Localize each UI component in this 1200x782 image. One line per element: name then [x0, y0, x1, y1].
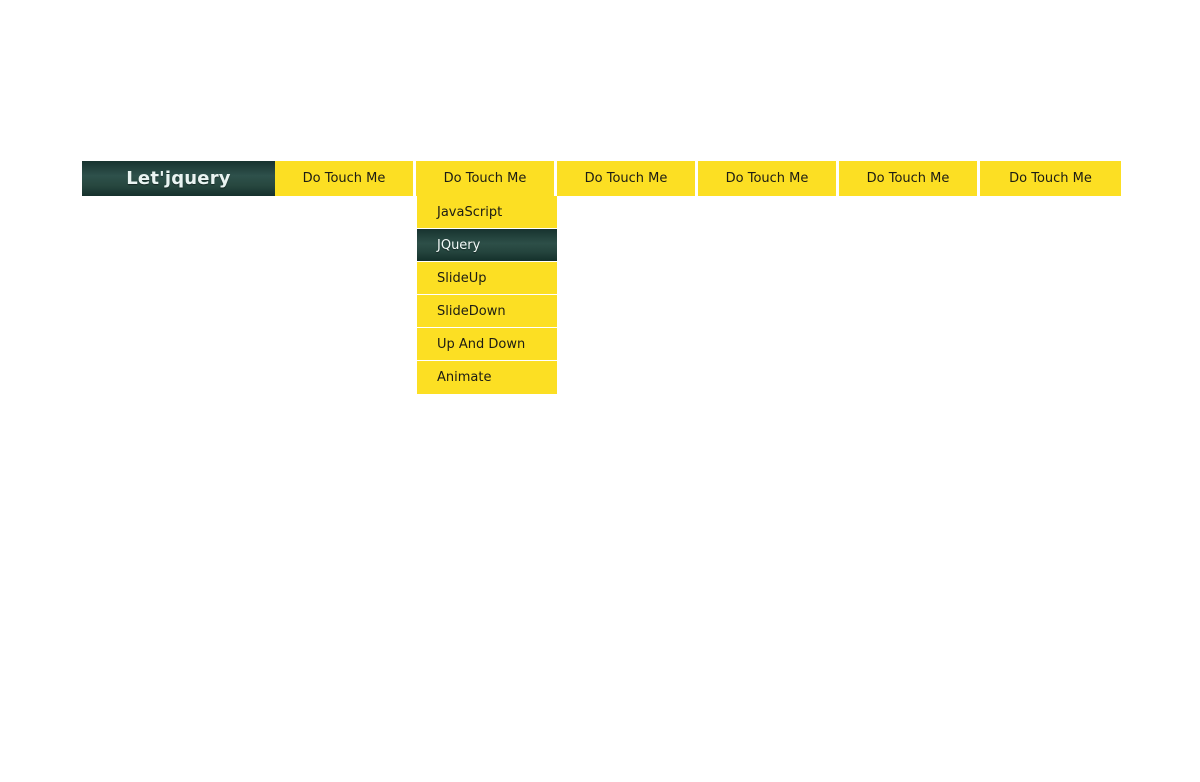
dropdown-item-up-and-down-label: Up And Down — [437, 336, 526, 352]
dropdown-item-animate[interactable]: Animate — [417, 361, 557, 394]
nav-item-6[interactable]: Do Touch Me — [980, 161, 1121, 196]
dropdown-item-jquery[interactable]: JQuery — [417, 229, 557, 262]
nav-item-2-label: Do Touch Me — [443, 171, 527, 186]
nav-item-4[interactable]: Do Touch Me — [698, 161, 839, 196]
dropdown-item-animate-label: Animate — [437, 370, 492, 385]
dropdown-item-up-and-down[interactable]: Up And Down — [417, 328, 557, 361]
dropdown-item-javascript[interactable]: JavaScript — [417, 196, 557, 229]
nav-item-5-label: Do Touch Me — [866, 171, 950, 186]
nav-item-3-label: Do Touch Me — [584, 171, 668, 186]
nav-item-3[interactable]: Do Touch Me — [557, 161, 698, 196]
nav-item-2[interactable]: Do Touch Me — [416, 161, 557, 196]
nav-item-1-label: Do Touch Me — [302, 171, 386, 186]
dropdown-menu: JavaScript JQuery SlideUp SlideDown Up A… — [417, 196, 557, 394]
page-root: Let'jquery Do Touch Me Do Touch Me Do To… — [0, 0, 1200, 782]
dropdown-item-slideup[interactable]: SlideUp — [417, 262, 557, 295]
nav-item-6-label: Do Touch Me — [1009, 171, 1092, 186]
nav-item-1[interactable]: Do Touch Me — [275, 161, 416, 196]
dropdown-item-slidedown[interactable]: SlideDown — [417, 295, 557, 328]
dropdown-item-jquery-label: JQuery — [437, 237, 481, 253]
nav-item-5[interactable]: Do Touch Me — [839, 161, 980, 196]
nav-item-list: Do Touch Me Do Touch Me Do Touch Me Do T… — [275, 161, 1122, 196]
dropdown-item-slideup-label: SlideUp — [437, 270, 487, 286]
dropdown-item-slidedown-label: SlideDown — [437, 303, 506, 319]
dropdown-item-javascript-label: JavaScript — [437, 204, 503, 220]
brand-logo[interactable]: Let'jquery — [82, 161, 275, 196]
brand-label: Let'jquery — [126, 168, 231, 189]
main-navigation-bar: Let'jquery Do Touch Me Do Touch Me Do To… — [82, 161, 1122, 196]
nav-item-4-label: Do Touch Me — [725, 171, 809, 186]
